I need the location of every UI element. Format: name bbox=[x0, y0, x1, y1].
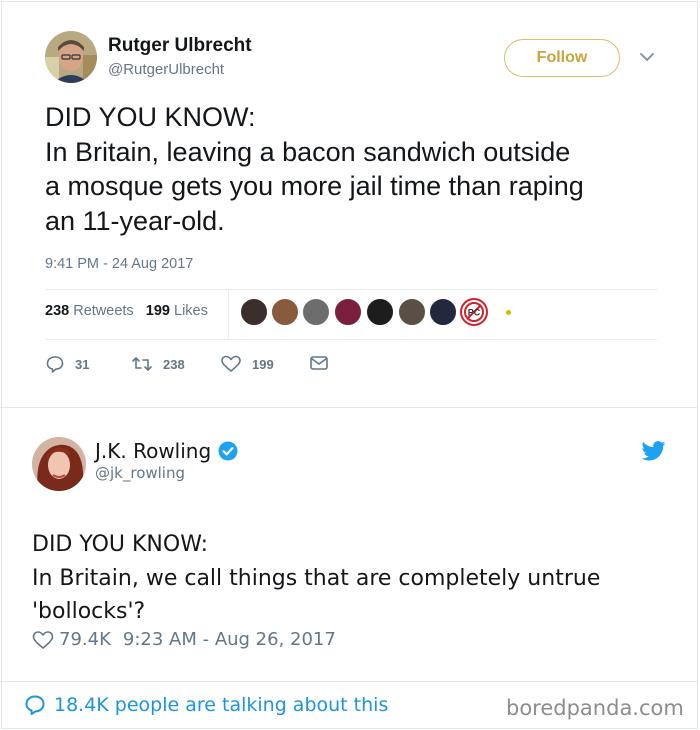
tweet-timestamp[interactable]: 9:41 PM - 24 Aug 2017 bbox=[45, 256, 193, 272]
tweet-text-line: In Britain, leaving a bacon sandwich out… bbox=[45, 136, 571, 167]
retweet-count: 238 bbox=[163, 356, 185, 372]
author-name-text[interactable]: J.K. Rowling bbox=[95, 439, 211, 463]
retweet-button[interactable]: 238 bbox=[131, 354, 185, 374]
tweet-text: DID YOU KNOW: In Britain, we call things… bbox=[32, 528, 672, 629]
reply-icon bbox=[46, 356, 64, 373]
divider bbox=[45, 339, 657, 340]
engagement-stats: 238 Retweets 199 Likes bbox=[45, 303, 208, 319]
envelope-icon bbox=[310, 356, 328, 370]
tweet-text-line: In Britain, we call things that are comp… bbox=[32, 565, 601, 591]
like-count: 199 bbox=[252, 356, 274, 372]
heart-icon[interactable] bbox=[32, 630, 54, 650]
svg-text:PC: PC bbox=[468, 308, 481, 318]
tweet-text: DID YOU KNOW: In Britain, leaving a baco… bbox=[45, 100, 675, 238]
heart-icon bbox=[221, 355, 241, 372]
reply-button[interactable]: 31 bbox=[45, 354, 89, 374]
more-dot-icon bbox=[506, 310, 511, 315]
follow-button[interactable]: Follow bbox=[504, 39, 620, 77]
liker-avatar[interactable] bbox=[240, 298, 268, 326]
tweet-footer: 18.4K people are talking about this bore… bbox=[0, 681, 698, 730]
tweet-card-rutger: Rutger Ulbrecht @RutgerUlbrecht Follow D… bbox=[0, 0, 698, 407]
author-handle[interactable]: @RutgerUlbrecht bbox=[108, 61, 224, 78]
like-count[interactable]: 79.4K bbox=[59, 629, 111, 650]
tweet-text-line: DID YOU KNOW: bbox=[32, 532, 209, 557]
likes-label[interactable]: Likes bbox=[174, 303, 208, 319]
speech-bubble-icon bbox=[25, 695, 45, 715]
tweet-text-line: an 11-year-old. bbox=[45, 205, 225, 236]
liker-avatar[interactable] bbox=[271, 298, 299, 326]
liker-avatar[interactable] bbox=[302, 298, 330, 326]
liker-avatar[interactable] bbox=[429, 298, 457, 326]
verified-badge-icon bbox=[218, 441, 238, 461]
watermark: boredpanda.com bbox=[506, 696, 684, 720]
conversation-link[interactable]: 18.4K people are talking about this bbox=[24, 694, 388, 716]
likes-count[interactable]: 199 bbox=[146, 303, 170, 319]
author-handle[interactable]: @jk_rowling bbox=[95, 464, 185, 482]
retweets-count[interactable]: 238 bbox=[45, 303, 69, 319]
reply-count: 31 bbox=[75, 356, 90, 372]
chevron-down-icon[interactable] bbox=[638, 50, 656, 64]
tweet-text-line: a mosque gets you more jail time than ra… bbox=[45, 171, 584, 201]
divider bbox=[45, 289, 657, 290]
retweets-label[interactable]: Retweets bbox=[73, 303, 133, 319]
tweet-meta: 79.4K 9:23 AM - Aug 26, 2017 bbox=[32, 629, 336, 650]
avatar[interactable] bbox=[32, 437, 86, 491]
like-button[interactable]: 199 bbox=[220, 354, 274, 374]
tweet-timestamp[interactable]: 9:23 AM - Aug 26, 2017 bbox=[123, 629, 336, 650]
direct-message-button[interactable] bbox=[309, 354, 339, 372]
avatar[interactable] bbox=[45, 31, 97, 83]
tweet-text-line: 'bollocks'? bbox=[32, 599, 146, 624]
liker-avatar[interactable] bbox=[366, 298, 394, 326]
liker-avatar[interactable] bbox=[398, 298, 426, 326]
twitter-bird-icon[interactable] bbox=[642, 441, 666, 461]
retweet-icon bbox=[132, 357, 152, 371]
liker-avatar[interactable] bbox=[334, 298, 362, 326]
divider bbox=[228, 291, 229, 339]
no-pc-icon: PC bbox=[464, 302, 484, 322]
tweet-text-line: DID YOU KNOW: bbox=[45, 102, 256, 132]
author-name[interactable]: Rutger Ulbrecht bbox=[108, 35, 252, 57]
conversation-text: 18.4K people are talking about this bbox=[54, 694, 389, 716]
liker-avatar[interactable]: PC bbox=[460, 298, 488, 326]
author-name: J.K. Rowling bbox=[95, 439, 238, 463]
